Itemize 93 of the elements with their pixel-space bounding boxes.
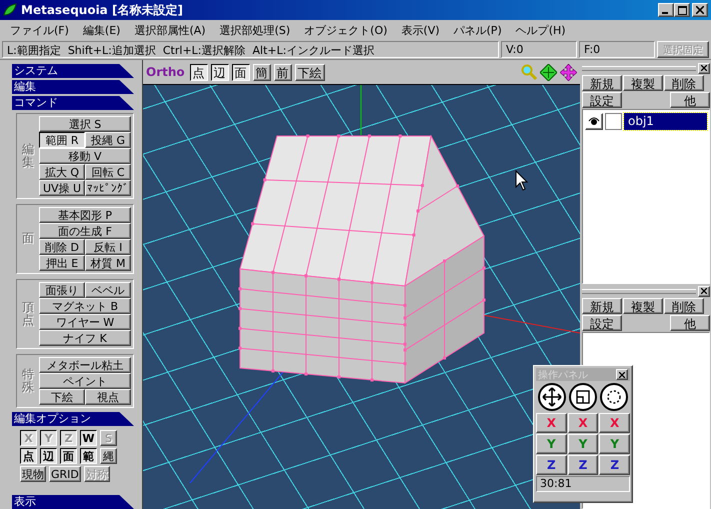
window-title: Metasequoia [名称未設定] [21, 2, 184, 18]
command-button[interactable]: UV操 U [39, 180, 85, 196]
panel-button[interactable]: 複製 [623, 75, 663, 91]
maximize-icon [678, 6, 686, 14]
axis-button[interactable]: Z [536, 455, 567, 475]
close-icon [696, 6, 704, 14]
view-toggle[interactable]: 点 [190, 64, 208, 80]
four-arrows-icon [542, 387, 562, 407]
panel-header[interactable]: コマンド [12, 96, 134, 110]
close-icon [701, 288, 707, 294]
option-toggle[interactable]: 面 [60, 448, 77, 464]
leaf-icon [3, 3, 17, 17]
face-count: F:0 [579, 41, 655, 58]
group-label: 編集 [21, 140, 35, 171]
command-button[interactable]: 下絵 [39, 389, 85, 405]
command-button[interactable]: 押出 E [39, 255, 85, 271]
panel-button[interactable]: 新規 [582, 298, 622, 314]
view-toggle[interactable]: 面 [232, 64, 250, 80]
option-toggle[interactable]: 辺 [40, 448, 57, 464]
panel-header[interactable]: 表示 [12, 495, 134, 509]
close-button[interactable] [698, 286, 710, 296]
command-button[interactable]: 削除 D [39, 239, 85, 255]
command-button[interactable]: 投縄 G [85, 132, 131, 148]
mouse-pointer-icon [516, 170, 528, 191]
command-button[interactable]: 視点 [85, 389, 131, 405]
close-icon [701, 65, 707, 71]
command-button[interactable]: ワイヤー W [39, 314, 131, 330]
vertex-count: V:0 [501, 41, 577, 58]
close-button[interactable] [698, 62, 710, 74]
command-button[interactable]: 回転 C [85, 164, 131, 180]
command-button[interactable]: ナイフ K [39, 330, 131, 346]
command-button[interactable]: 面張り [39, 282, 85, 298]
squares-icon [574, 389, 591, 405]
command-button[interactable]: 基本図形 P [39, 207, 131, 223]
close-icon [619, 372, 625, 378]
dotted-circle-icon [606, 389, 622, 405]
minimize-button[interactable] [658, 3, 674, 17]
maximize-button[interactable] [674, 3, 690, 17]
command-button[interactable]: 拡大 Q [39, 164, 85, 180]
view-toggle[interactable]: 下絵 [294, 64, 325, 80]
y-axis-line [360, 85, 362, 136]
panel-button[interactable]: 削除 [664, 298, 704, 314]
command-button[interactable]: 範囲 R [39, 132, 85, 148]
panel-header[interactable]: 編集オプション [12, 412, 134, 426]
panel-header[interactable]: 編集 [12, 80, 134, 94]
axis-button[interactable]: Z [568, 455, 598, 475]
group-label: 頂点 [21, 298, 35, 329]
diamond-icon[interactable] [540, 64, 557, 80]
group-label: 特殊 [21, 366, 35, 396]
object-name[interactable]: obj1 [624, 112, 707, 130]
panel-header[interactable]: システム [12, 64, 134, 78]
viewport-canvas[interactable] [143, 84, 580, 509]
rotate-tool-button[interactable] [600, 383, 628, 411]
view-toggle[interactable]: 辺 [210, 64, 229, 80]
option-toggle[interactable]: W [80, 430, 97, 446]
scale-tool-button[interactable] [568, 383, 597, 411]
view-toggle[interactable]: 簡 [252, 64, 271, 80]
close-button[interactable] [692, 3, 708, 17]
panel-button[interactable]: 設定 [582, 315, 622, 331]
command-button[interactable]: 移動 V [39, 148, 131, 164]
house-model-drawing[interactable] [238, 134, 486, 384]
command-button[interactable]: ペイント [39, 373, 131, 389]
option-toggle[interactable]: GRID [49, 466, 81, 482]
panel-button[interactable]: 複製 [623, 298, 663, 314]
panel-button[interactable]: 他 [670, 315, 710, 331]
command-button[interactable]: 選択 S [39, 116, 131, 132]
panel-button[interactable]: 削除 [664, 75, 704, 91]
command-button[interactable]: ﾏｯﾋﾟﾝｸﾞ [85, 180, 131, 196]
command-button[interactable]: メタボール粘土 [39, 357, 131, 373]
command-button[interactable]: マグネット B [39, 298, 131, 314]
command-button[interactable]: 面の生成 F [39, 223, 131, 239]
close-button[interactable] [616, 369, 628, 380]
eye-icon [588, 116, 600, 126]
view-toggle[interactable]: 前 [274, 64, 292, 80]
command-button[interactable]: ベベル [85, 282, 131, 298]
hint-text: L:範囲指定 Shift+L:追加選択 Ctrl+L:選択解除 Alt+L:インクルード選択 [2, 41, 499, 58]
group-label: 面 [21, 230, 35, 248]
panel-button[interactable]: 他 [670, 92, 710, 108]
readout-text: 30:81 [536, 476, 630, 492]
move-tool-button[interactable] [538, 383, 566, 411]
command-button[interactable]: 材質 M [85, 255, 131, 271]
axis-button[interactable]: Z [599, 455, 630, 475]
option-toggle[interactable]: 縄 [100, 448, 117, 464]
option-toggle[interactable]: 範 [80, 448, 97, 464]
panel-button[interactable]: 設定 [582, 92, 622, 108]
panel-button[interactable]: 新規 [582, 75, 622, 91]
option-toggle[interactable]: 点 [20, 448, 37, 464]
command-button[interactable]: 反転 I [85, 239, 131, 255]
option-toggle[interactable]: 現物 [20, 466, 46, 482]
view-mode-label: Ortho [146, 65, 185, 79]
move-arrows-icon[interactable] [560, 64, 577, 80]
lock-toggle[interactable] [605, 112, 622, 130]
visibility-toggle[interactable] [585, 112, 603, 130]
